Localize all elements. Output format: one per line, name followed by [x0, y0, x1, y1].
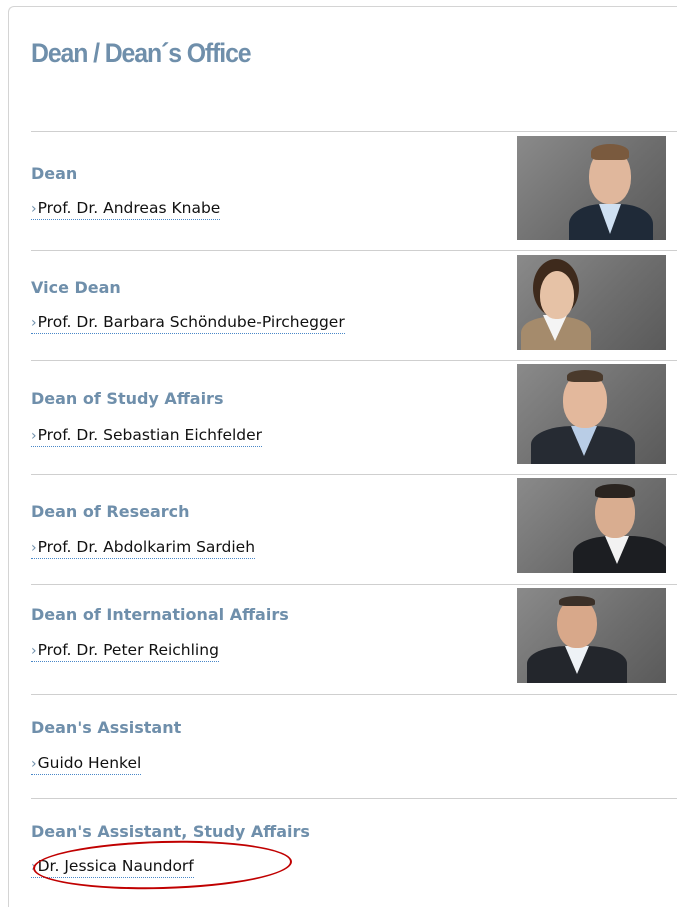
portrait-photo: [517, 588, 666, 683]
page-title: Dean / Dean´s Office: [31, 38, 252, 68]
person-link-sebastian-eichfelder[interactable]: ›Prof. Dr. Sebastian Eichfelder: [31, 426, 263, 447]
person-link-barbara-schoendube-pirchegger[interactable]: ›Prof. Dr. Barbara Schöndube-Pirchegger: [31, 313, 345, 334]
person-name: Prof. Dr. Barbara Schöndube-Pirchegger: [37, 313, 345, 331]
divider: [31, 360, 677, 361]
person-name: Prof. Dr. Peter Reichling: [37, 641, 219, 659]
person-link-guido-henkel[interactable]: ›Guido Henkel: [31, 754, 142, 775]
person-link-peter-reichling[interactable]: ›Prof. Dr. Peter Reichling: [31, 641, 219, 662]
person-name: Dr. Jessica Naundorf: [37, 857, 194, 875]
chevron-right-icon: ›: [31, 315, 37, 331]
role-heading: Vice Dean: [31, 278, 121, 297]
person-name: Prof. Dr. Andreas Knabe: [37, 199, 221, 217]
person-name: Prof. Dr. Sebastian Eichfelder: [37, 426, 263, 444]
divider: [31, 694, 677, 695]
chevron-right-icon: ›: [31, 756, 37, 772]
portrait-photo: [517, 136, 666, 240]
portrait-photo: [517, 478, 666, 573]
person-name: Guido Henkel: [37, 754, 142, 772]
role-heading: Dean: [31, 164, 78, 183]
person-link-andreas-knabe[interactable]: ›Prof. Dr. Andreas Knabe: [31, 199, 221, 220]
divider: [31, 250, 677, 251]
role-heading: Dean's Assistant, Study Affairs: [31, 822, 310, 841]
divider: [31, 798, 677, 799]
person-name: Prof. Dr. Abdolkarim Sardieh: [37, 538, 256, 556]
divider: [31, 131, 677, 132]
portrait-photo: [517, 255, 666, 350]
role-heading: Dean of Research: [31, 502, 190, 521]
chevron-right-icon: ›: [31, 428, 37, 444]
divider: [31, 474, 677, 475]
divider: [31, 584, 677, 585]
person-link-jessica-naundorf[interactable]: ›Dr. Jessica Naundorf: [31, 857, 194, 878]
portrait-photo: [517, 364, 666, 464]
role-heading: Dean of Study Affairs: [31, 389, 224, 408]
person-link-abdolkarim-sardieh[interactable]: ›Prof. Dr. Abdolkarim Sardieh: [31, 538, 256, 559]
chevron-right-icon: ›: [31, 643, 37, 659]
role-heading: Dean of International Affairs: [31, 605, 289, 624]
chevron-right-icon: ›: [31, 859, 37, 875]
chevron-right-icon: ›: [31, 201, 37, 217]
chevron-right-icon: ›: [31, 540, 37, 556]
role-heading: Dean's Assistant: [31, 718, 182, 737]
